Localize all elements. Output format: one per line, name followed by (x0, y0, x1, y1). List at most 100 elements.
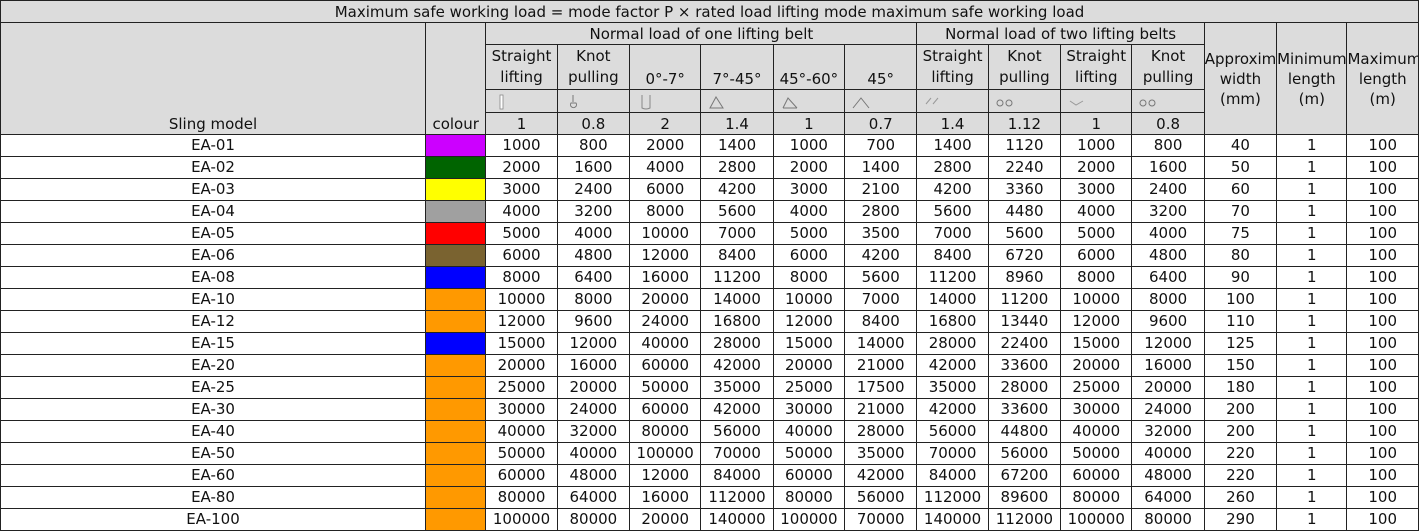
sling-model-cell: EA-12 (0, 310, 427, 333)
load-value-cell: 24000 (629, 310, 702, 333)
load-value-cell: 3000 (485, 178, 558, 201)
load-value-cell: 100000 (1060, 508, 1133, 531)
load-value-cell: 2800 (700, 156, 774, 179)
load-value-cell: 40000 (629, 332, 702, 355)
colour-swatch (425, 486, 487, 509)
load-value-cell: 1120 (987, 134, 1062, 157)
mode-factor-2: 0.8 (556, 112, 631, 135)
sling-model-cell: EA-08 (0, 266, 427, 289)
mode-label-2: Knot pulling (556, 44, 631, 90)
table-row: EA-15 15000 12000 40000 28000 15000 14000 28000… (0, 332, 1419, 355)
colour-swatch (425, 508, 487, 531)
load-value-cell: 112000 (987, 508, 1062, 531)
load-value-cell: 2400 (1131, 178, 1205, 201)
two-knot-pull-icon (995, 94, 1015, 110)
load-value-cell: 42000 (844, 464, 918, 487)
load-value-cell: 6000 (772, 244, 846, 267)
load-value-cell: 50000 (485, 442, 558, 465)
width-cell: 220 (1203, 442, 1278, 465)
load-value-cell: 800 (556, 134, 631, 157)
load-value-cell: 20000 (485, 354, 558, 377)
max-cell: 100 (1346, 178, 1419, 201)
table-row: EA-03 3000 2400 6000 4200 3000 2100 4200 3360 300… (0, 178, 1419, 201)
load-value-cell: 1000 (485, 134, 558, 157)
load-value-cell: 80000 (485, 486, 558, 509)
load-value-cell: 5000 (1060, 222, 1133, 245)
load-value-cell: 4000 (485, 200, 558, 223)
width-cell: 110 (1203, 310, 1278, 333)
load-value-cell: 42000 (916, 398, 989, 421)
max-cell: 100 (1346, 420, 1419, 443)
load-value-cell: 100000 (772, 508, 846, 531)
load-value-cell: 35000 (916, 376, 989, 399)
load-value-cell: 64000 (556, 486, 631, 509)
basket-0-7-icon (636, 94, 656, 110)
max-cell: 100 (1346, 442, 1419, 465)
two-knot-pull-b-icon (1138, 94, 1158, 110)
knot-pull-icon (564, 94, 584, 110)
load-value-cell: 12000 (556, 332, 631, 355)
load-value-cell: 6000 (629, 178, 702, 201)
load-value-cell: 40000 (1060, 420, 1133, 443)
load-value-cell: 8000 (772, 266, 846, 289)
mode-factor-5: 1 (772, 112, 846, 135)
load-value-cell: 40000 (772, 420, 846, 443)
min-cell: 1 (1276, 310, 1348, 333)
load-value-cell: 8000 (629, 200, 702, 223)
mode-factor-8: 1.12 (987, 112, 1062, 135)
load-value-cell: 33600 (987, 398, 1062, 421)
load-value-cell: 48000 (556, 464, 631, 487)
load-value-cell: 10000 (485, 288, 558, 311)
table-row: EA-02 2000 1600 4000 2800 2000 1400 2800 2240 200… (0, 156, 1419, 179)
load-value-cell: 24000 (556, 398, 631, 421)
sling-model-cell: EA-80 (0, 486, 427, 509)
two-straight-lift-icon (923, 94, 943, 110)
table-row: EA-40 40000 32000 80000 56000 40000 28000 56000… (0, 420, 1419, 443)
max-cell: 100 (1346, 156, 1419, 179)
load-value-cell: 80000 (1060, 486, 1133, 509)
load-value-cell: 10000 (772, 288, 846, 311)
mode-label-1: Straight lifting (485, 44, 558, 90)
load-value-cell: 5000 (772, 222, 846, 245)
load-value-cell: 12000 (1060, 310, 1133, 333)
colour-swatch (425, 200, 487, 223)
load-value-cell: 12000 (629, 244, 702, 267)
load-value-cell: 25000 (772, 376, 846, 399)
colour-swatch (425, 178, 487, 201)
mode-icon-cell-4 (700, 89, 774, 113)
table-row: EA-06 6000 4800 12000 8400 6000 4200 8400 6720 60… (0, 244, 1419, 267)
load-value-cell: 20000 (1060, 354, 1133, 377)
load-value-cell: 3200 (556, 200, 631, 223)
mode-icon-cell-10 (1131, 89, 1205, 113)
load-value-cell: 7000 (700, 222, 774, 245)
table-row: EA-12 12000 9600 24000 16800 12000 8400 16800 13… (0, 310, 1419, 333)
load-value-cell: 28000 (987, 376, 1062, 399)
table-row: EA-20 20000 16000 60000 42000 20000 21000 42000… (0, 354, 1419, 377)
max-cell: 100 (1346, 332, 1419, 355)
load-value-cell: 11200 (916, 266, 989, 289)
load-value-cell: 60000 (772, 464, 846, 487)
load-value-cell: 16800 (916, 310, 989, 333)
load-value-cell: 80000 (1131, 508, 1205, 531)
load-value-cell: 56000 (916, 420, 989, 443)
load-value-cell: 4000 (556, 222, 631, 245)
load-value-cell: 60000 (1060, 464, 1133, 487)
load-value-cell: 12000 (629, 464, 702, 487)
mode-factor-9: 1 (1060, 112, 1133, 135)
load-value-cell: 1600 (556, 156, 631, 179)
table-row: EA-10 10000 8000 20000 14000 10000 7000 14000 11… (0, 288, 1419, 311)
load-value-cell: 140000 (700, 508, 774, 531)
sling-model-cell: EA-10 (0, 288, 427, 311)
load-value-cell: 140000 (916, 508, 989, 531)
load-value-cell: 40000 (556, 442, 631, 465)
load-value-cell: 9600 (556, 310, 631, 333)
load-value-cell: 15000 (772, 332, 846, 355)
load-value-cell: 2240 (987, 156, 1062, 179)
load-value-cell: 16800 (700, 310, 774, 333)
mode-factor-6: 0.7 (844, 112, 918, 135)
load-value-cell: 1400 (700, 134, 774, 157)
load-value-cell: 2000 (1060, 156, 1133, 179)
max-length-header: Maximum length (m) (1346, 22, 1419, 135)
min-cell: 1 (1276, 464, 1348, 487)
width-cell: 80 (1203, 244, 1278, 267)
